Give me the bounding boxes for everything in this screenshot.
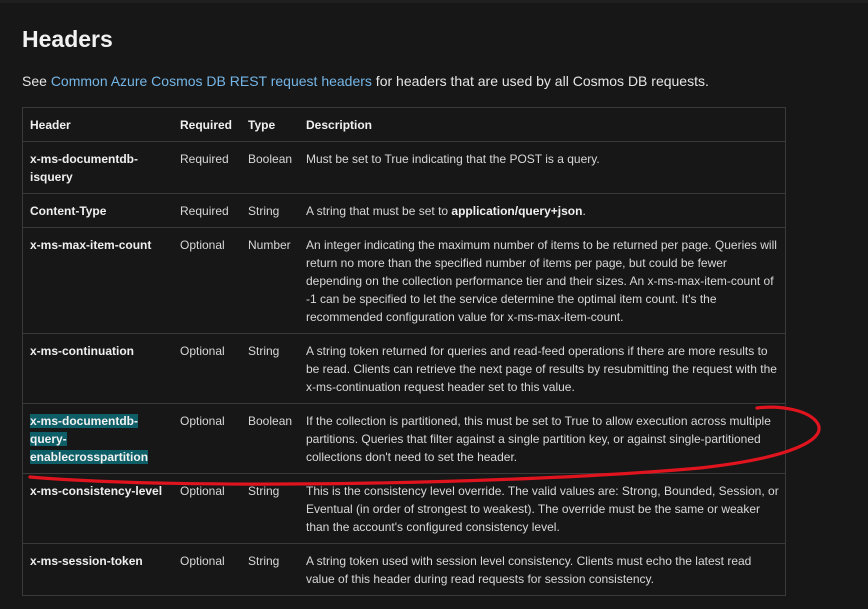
table-header-row: Header Required Type Description xyxy=(22,107,786,142)
required-value: Required xyxy=(173,141,241,194)
description-prefix: A string that must be set to xyxy=(306,204,452,218)
header-name: x-ms-consistency-level xyxy=(22,473,173,544)
column-header-type: Type xyxy=(241,107,299,142)
intro-suffix: for headers that are used by all Cosmos … xyxy=(371,73,709,89)
column-header-description: Description xyxy=(299,107,786,142)
description-value: A string token used with session level c… xyxy=(299,543,786,596)
selected-text-line: x-ms-documentdb- xyxy=(30,414,138,428)
selected-text-line: enablecrosspartition xyxy=(30,450,149,464)
header-name: x-ms-session-token xyxy=(22,543,173,596)
table-row: Content-Type Required String A string th… xyxy=(22,193,786,228)
header-name-selected[interactable]: x-ms-documentdb-query-enablecrosspartiti… xyxy=(22,403,173,474)
table-row: x-ms-max-item-count Optional Number An i… xyxy=(22,227,786,334)
column-header-required: Required xyxy=(173,107,241,142)
column-header-header: Header xyxy=(22,107,173,142)
description-value: A string token returned for queries and … xyxy=(299,333,786,404)
common-headers-link[interactable]: Common Azure Cosmos DB REST request head… xyxy=(51,73,372,89)
selected-text-line: query- xyxy=(30,432,67,446)
description-value: This is the consistency level override. … xyxy=(299,473,786,544)
type-value: String xyxy=(241,543,299,596)
content-type-value: application/query+json xyxy=(451,204,583,218)
type-value: Number xyxy=(241,227,299,334)
type-value: Boolean xyxy=(241,403,299,474)
header-name: x-ms-max-item-count xyxy=(22,227,173,334)
type-value: String xyxy=(241,473,299,544)
description-suffix: . xyxy=(582,204,586,218)
description-value: An integer indicating the maximum number… xyxy=(299,227,786,334)
required-value: Optional xyxy=(173,403,241,474)
header-name: x-ms-continuation xyxy=(22,333,173,404)
required-value: Optional xyxy=(173,227,241,334)
header-name: x-ms-documentdb-isquery xyxy=(22,141,173,194)
required-value: Optional xyxy=(173,473,241,544)
intro-paragraph: See Common Azure Cosmos DB REST request … xyxy=(22,73,709,89)
headers-table: Header Required Type Description x-ms-do… xyxy=(22,107,786,596)
required-value: Required xyxy=(173,193,241,228)
description-value: Must be set to True indicating that the … xyxy=(299,141,786,194)
type-value: String xyxy=(241,333,299,404)
description-value: A string that must be set to application… xyxy=(299,193,786,228)
description-value: If the collection is partitioned, this m… xyxy=(299,403,786,474)
required-value: Optional xyxy=(173,333,241,404)
type-value: String xyxy=(241,193,299,228)
table-row-highlighted: x-ms-documentdb-query-enablecrosspartiti… xyxy=(22,403,786,474)
header-name: Content-Type xyxy=(22,193,173,228)
intro-prefix: See xyxy=(22,73,51,89)
table-row: x-ms-documentdb-isquery Required Boolean… xyxy=(22,141,786,194)
table-row: x-ms-session-token Optional String A str… xyxy=(22,543,786,596)
required-value: Optional xyxy=(173,543,241,596)
docs-page: Headers See Common Azure Cosmos DB REST … xyxy=(0,0,868,609)
section-heading: Headers xyxy=(22,26,113,52)
top-divider xyxy=(0,0,868,3)
table-row: x-ms-consistency-level Optional String T… xyxy=(22,473,786,544)
type-value: Boolean xyxy=(241,141,299,194)
table-row: x-ms-continuation Optional String A stri… xyxy=(22,333,786,404)
